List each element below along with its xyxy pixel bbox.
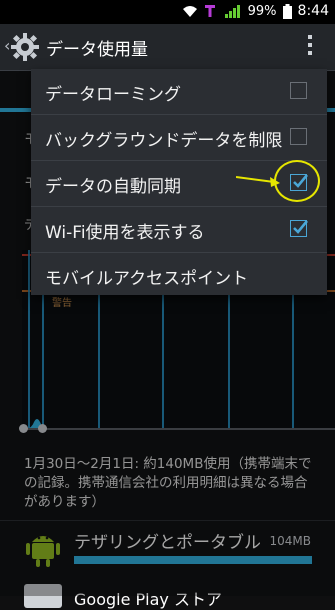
restrict-background-checkbox[interactable] [290,128,307,145]
battery-percent: 99% [247,3,277,19]
menu-item-label: バックグラウンドデータを制限 [45,131,283,151]
menu-item-label: データローミング [45,85,181,105]
battery-icon [282,3,292,19]
status-bar: 99% 8:44 [0,0,335,24]
menu-item-restrict-background-data[interactable]: バックグラウンドデータを制限 [31,115,327,160]
clock: 8:44 [297,3,329,19]
menu-item-mobile-hotspot[interactable]: モバイルアクセスポイント [31,253,327,298]
menu-item-data-roaming[interactable]: データローミング [31,69,327,114]
action-bar: ‹ データ使用量 [0,24,335,71]
menu-item-label: モバイルアクセスポイント [45,269,249,289]
wifi-icon [182,6,197,17]
signal-icon [224,5,240,18]
menu-item-label: Wi-Fi使用を表示する [45,223,205,243]
status-icons: 99% 8:44 [182,3,329,19]
roaming-signal-icon [204,5,215,17]
data-roaming-checkbox[interactable] [290,82,307,99]
annotation-circle [274,160,320,202]
menu-item-show-wifi-usage[interactable]: Wi-Fi使用を表示する [31,207,327,252]
overflow-menu-icon[interactable] [307,35,313,59]
settings-gear-icon[interactable] [10,32,40,62]
page-title: データ使用量 [46,40,148,60]
show-wifi-usage-checkbox[interactable] [290,220,308,237]
checkmark-icon [293,220,308,234]
